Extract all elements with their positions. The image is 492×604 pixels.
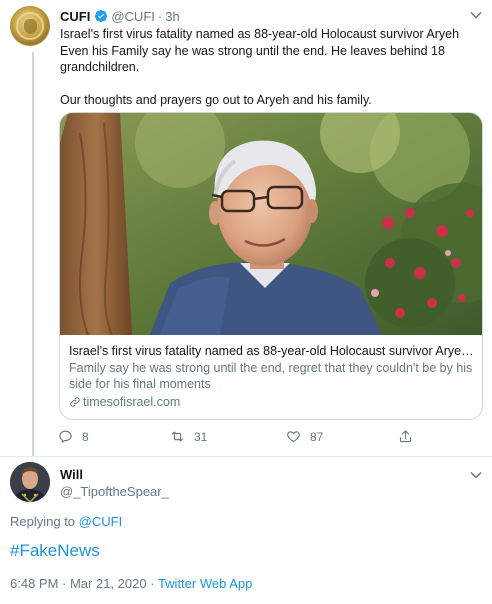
- like-count: 87: [310, 429, 324, 444]
- author-handle[interactable]: @CUFI: [111, 9, 155, 24]
- verified-badge-icon: [95, 9, 108, 23]
- reply-header: Will @_TipoftheSpear_: [60, 467, 169, 500]
- share-button[interactable]: [398, 429, 422, 444]
- link-card[interactable]: Israel's first virus fatality named as 8…: [59, 112, 483, 420]
- link-icon: [70, 397, 80, 407]
- tweet-text-paragraph-1: Israel's first virus fatality named as 8…: [60, 27, 460, 74]
- thread-connector-line: [32, 52, 34, 456]
- reply-hashtag[interactable]: #FakeNews: [10, 541, 100, 561]
- card-domain[interactable]: timesofisrael.com: [69, 394, 477, 410]
- share-icon: [399, 430, 412, 443]
- reply-author-name[interactable]: Will: [60, 467, 169, 483]
- tweet-text: Israel's first virus fatality named as 8…: [60, 26, 480, 108]
- chevron-down-icon[interactable]: [470, 11, 482, 19]
- retweet-icon: [171, 431, 184, 442]
- reply-meta: 6:48 PM · Mar 21, 2020 · Twitter Web App: [10, 576, 252, 591]
- replying-to: Replying to @CUFI: [10, 514, 122, 529]
- retweet-button[interactable]: 31: [170, 429, 207, 444]
- user-avatar-icon: [10, 462, 50, 502]
- retweet-count: 31: [194, 429, 208, 444]
- replying-prefix: Replying to: [10, 514, 76, 529]
- heart-icon: [287, 431, 300, 443]
- reply-button[interactable]: 8: [58, 429, 89, 444]
- tweet-text-paragraph-2: Our thoughts and prayers go out to Aryeh…: [60, 92, 372, 107]
- reply-count: 8: [82, 429, 89, 444]
- like-button[interactable]: 87: [286, 429, 323, 444]
- card-title[interactable]: Israel's first virus fatality named as 8…: [69, 343, 477, 359]
- card-description: Family say he was strong until the end, …: [69, 361, 473, 391]
- reply-icon: [59, 430, 72, 444]
- card-image[interactable]: [60, 113, 482, 335]
- reply-author-handle[interactable]: @_TipoftheSpear_: [60, 484, 169, 500]
- card-domain-text: timesofisrael.com: [83, 395, 181, 409]
- tweet-time[interactable]: 3h: [165, 9, 179, 24]
- card-body[interactable]: Israel's first virus fatality named as 8…: [69, 343, 477, 410]
- divider: [0, 456, 492, 457]
- chevron-down-icon[interactable]: [470, 471, 482, 479]
- reply-timestamp[interactable]: 6:48 PM · Mar 21, 2020: [10, 576, 147, 591]
- author-name[interactable]: CUFI: [60, 9, 90, 24]
- tweet-header: CUFI @CUFI · 3h: [60, 7, 180, 25]
- cufi-avatar[interactable]: [10, 6, 50, 46]
- tweet-actions: 8 31 87: [58, 429, 428, 447]
- seal-emblem: [24, 19, 37, 34]
- reply-client-link[interactable]: Twitter Web App: [158, 576, 252, 591]
- separator-dot: ·: [157, 8, 163, 24]
- will-avatar[interactable]: [10, 462, 50, 502]
- replying-mention[interactable]: @CUFI: [79, 514, 123, 529]
- meta-separator: ·: [150, 576, 155, 591]
- elderly-man-photo: [60, 113, 482, 335]
